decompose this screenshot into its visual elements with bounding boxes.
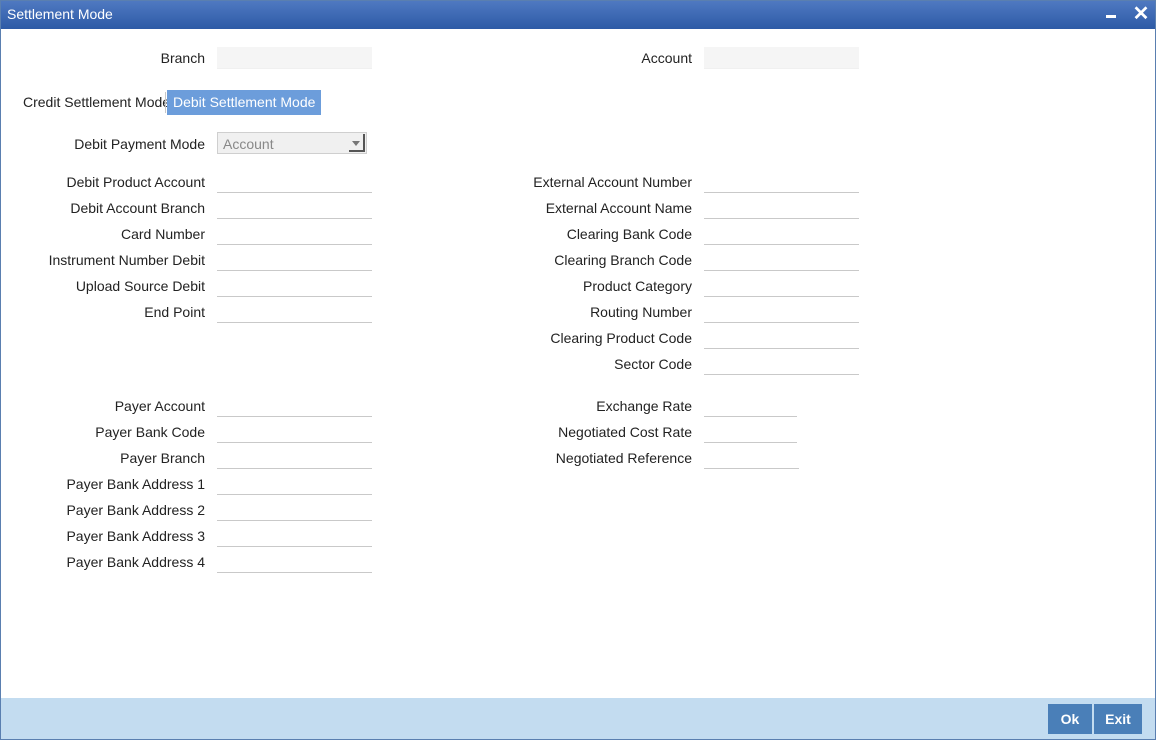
minimize-icon[interactable] [1101,4,1121,24]
product-category-label: Product Category [583,278,692,294]
external-account-number-field[interactable] [704,171,859,193]
account-field[interactable] [704,47,859,69]
account-label: Account [641,50,692,66]
footer-bar: Ok Exit [1,698,1155,739]
payer-bank-address-1-field[interactable] [217,473,372,495]
debit-account-branch-field[interactable] [217,197,372,219]
settlement-mode-window: Settlement Mode ✕ Branch Account Credit … [0,0,1156,740]
external-account-number-label: External Account Number [533,174,692,190]
payer-bank-address-2-label: Payer Bank Address 2 [66,502,205,518]
payer-bank-address-3-label: Payer Bank Address 3 [66,528,205,544]
upload-source-debit-field[interactable] [217,275,372,297]
debit-account-branch-label: Debit Account Branch [70,200,205,216]
payer-bank-code-field[interactable] [217,421,372,443]
payer-account-field[interactable] [217,395,372,417]
payer-bank-address-3-field[interactable] [217,525,372,547]
tab-credit-settlement[interactable]: Credit Settlement Mode [17,90,176,115]
ok-button[interactable]: Ok [1048,704,1092,734]
external-account-name-field[interactable] [704,197,859,219]
card-number-field[interactable] [217,223,372,245]
debit-payment-mode-label: Debit Payment Mode [74,136,205,152]
end-point-field[interactable] [217,301,372,323]
payer-bank-address-2-field[interactable] [217,499,372,521]
branch-field[interactable] [217,47,372,69]
debit-payment-mode-select[interactable]: Account [217,132,367,154]
clearing-product-code-field[interactable] [704,327,859,349]
sector-code-label: Sector Code [614,356,692,372]
product-category-field[interactable] [704,275,859,297]
negotiated-cost-rate-label: Negotiated Cost Rate [558,424,692,440]
exit-button[interactable]: Exit [1094,704,1142,734]
debit-product-account-field[interactable] [217,171,372,193]
end-point-label: End Point [144,304,205,320]
title-bar: Settlement Mode ✕ [1,1,1155,29]
negotiated-cost-rate-field[interactable] [704,421,797,443]
window-title: Settlement Mode [7,6,113,22]
exchange-rate-field[interactable] [704,395,797,417]
sector-code-field[interactable] [704,353,859,375]
chevron-down-icon[interactable] [349,134,365,152]
external-account-name-label: External Account Name [545,200,692,216]
payer-bank-code-label: Payer Bank Code [95,424,205,440]
tab-divider [165,92,166,113]
payer-branch-label: Payer Branch [120,450,205,466]
routing-number-field[interactable] [704,301,859,323]
negotiated-reference-field[interactable] [704,447,799,469]
payer-bank-address-4-label: Payer Bank Address 4 [66,554,205,570]
clearing-bank-code-field[interactable] [704,223,859,245]
branch-label: Branch [160,50,205,66]
payer-bank-address-4-field[interactable] [217,551,372,573]
card-number-label: Card Number [120,226,205,242]
clearing-product-code-label: Clearing Product Code [550,330,692,346]
upload-source-debit-label: Upload Source Debit [75,278,205,294]
close-icon[interactable]: ✕ [1131,4,1151,24]
routing-number-label: Routing Number [590,304,692,320]
exchange-rate-label: Exchange Rate [596,398,692,414]
payer-account-label: Payer Account [114,398,205,414]
debit-payment-mode-value: Account [223,136,274,152]
payer-bank-address-1-label: Payer Bank Address 1 [66,476,205,492]
negotiated-reference-label: Negotiated Reference [555,450,692,466]
clearing-bank-code-label: Clearing Bank Code [566,226,692,242]
instrument-number-debit-field[interactable] [217,249,372,271]
debit-product-account-label: Debit Product Account [66,174,205,190]
payer-branch-field[interactable] [217,447,372,469]
tab-debit-settlement[interactable]: Debit Settlement Mode [167,90,322,115]
instrument-number-debit-label: Instrument Number Debit [48,252,205,268]
clearing-branch-code-field[interactable] [704,249,859,271]
clearing-branch-code-label: Clearing Branch Code [554,252,692,268]
